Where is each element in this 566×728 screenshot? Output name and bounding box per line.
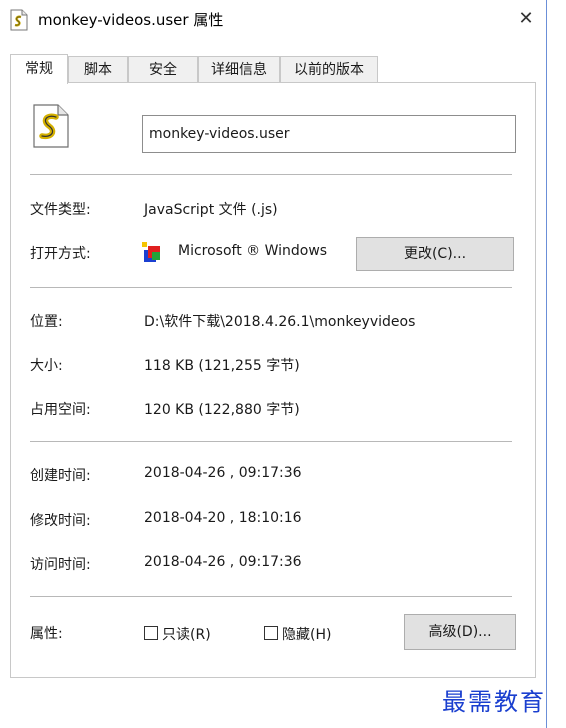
open-with-label: 打开方式: — [30, 246, 91, 262]
properties-dialog: monkey-videos.user 属性 ✕ 常规 脚本 安全 详细信息 以前… — [0, 0, 547, 728]
readonly-checkbox[interactable] — [144, 626, 158, 640]
modified-label: 修改时间: — [30, 513, 91, 529]
title-bar[interactable]: monkey-videos.user 属性 ✕ — [0, 0, 546, 40]
accessed-value: 2018-04-26 , 09:17:36 — [144, 554, 302, 570]
created-label: 创建时间: — [30, 468, 91, 484]
general-tab-panel — [10, 82, 536, 678]
disk-size-label: 占用空间: — [30, 402, 91, 418]
hidden-label[interactable]: 隐藏(H) — [282, 624, 331, 644]
close-icon: ✕ — [518, 8, 534, 29]
size-value: 118 KB (121,255 字节) — [144, 358, 300, 374]
windows-script-host-icon — [142, 242, 160, 262]
attributes-label: 属性: — [30, 626, 63, 642]
separator — [30, 174, 512, 175]
file-name-input[interactable] — [142, 115, 516, 153]
readonly-label[interactable]: 只读(R) — [162, 624, 211, 644]
size-label: 大小: — [30, 358, 63, 374]
disk-size-value: 120 KB (122,880 字节) — [144, 402, 300, 418]
change-button[interactable]: 更改(C)... — [356, 237, 514, 271]
tab-previous-versions[interactable]: 以前的版本 — [280, 56, 378, 82]
advanced-button[interactable]: 高级(D)... — [404, 614, 516, 650]
separator — [30, 441, 512, 442]
window-title: monkey-videos.user 属性 — [38, 11, 224, 29]
open-with-value: Microsoft ® Windows — [178, 243, 328, 259]
location-label: 位置: — [30, 314, 63, 330]
tab-general[interactable]: 常规 — [10, 54, 68, 84]
tab-security[interactable]: 安全 — [128, 56, 198, 82]
separator — [30, 596, 512, 597]
script-file-icon — [10, 9, 28, 31]
accessed-label: 访问时间: — [30, 557, 91, 573]
created-value: 2018-04-26 , 09:17:36 — [144, 465, 302, 481]
separator — [30, 287, 512, 288]
watermark: 最需教育 — [442, 688, 546, 716]
file-type-label: 文件类型: — [30, 202, 91, 218]
tab-strip: 常规 脚本 安全 详细信息 以前的版本 — [10, 54, 536, 84]
script-file-icon — [33, 104, 69, 148]
close-button[interactable]: ✕ — [510, 4, 542, 34]
modified-value: 2018-04-20 , 18:10:16 — [144, 510, 302, 526]
file-type-value: JavaScript 文件 (.js) — [144, 202, 278, 218]
location-value: D:\软件下载\2018.4.26.1\monkeyvideos — [144, 314, 416, 330]
hidden-checkbox[interactable] — [264, 626, 278, 640]
tab-details[interactable]: 详细信息 — [198, 56, 280, 82]
tab-script[interactable]: 脚本 — [68, 56, 128, 82]
